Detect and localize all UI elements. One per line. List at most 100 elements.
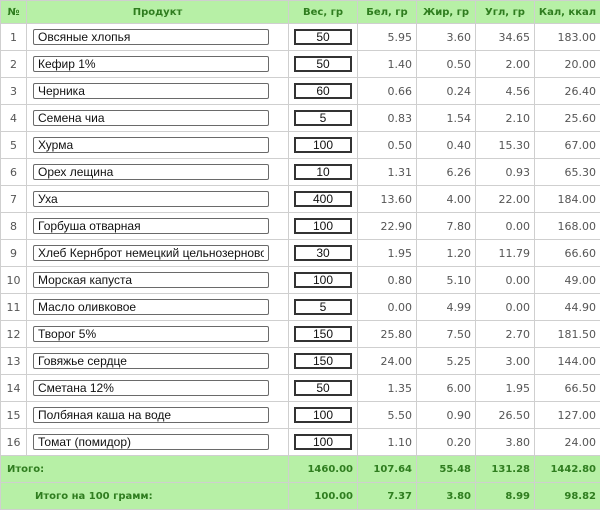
weight-cell xyxy=(289,375,358,402)
table-row: 50.500.4015.3067.00 xyxy=(1,132,600,159)
row-number: 10 xyxy=(1,267,27,294)
product-name-input[interactable] xyxy=(33,56,269,72)
per100-fat: 3.80 xyxy=(417,483,476,510)
product-name-input[interactable] xyxy=(33,326,269,342)
kcal-value: 67.00 xyxy=(535,132,600,159)
weight-cell xyxy=(289,240,358,267)
product-name-input[interactable] xyxy=(33,110,269,126)
protein-value: 1.35 xyxy=(358,375,417,402)
row-number: 2 xyxy=(1,51,27,78)
product-cell xyxy=(27,186,289,213)
product-cell xyxy=(27,321,289,348)
product-name-input[interactable] xyxy=(33,353,269,369)
weight-cell xyxy=(289,321,358,348)
weight-input[interactable] xyxy=(294,407,352,423)
product-name-input[interactable] xyxy=(33,380,269,396)
product-cell xyxy=(27,78,289,105)
weight-input[interactable] xyxy=(294,245,352,261)
fat-value: 7.50 xyxy=(417,321,476,348)
weight-input[interactable] xyxy=(294,272,352,288)
table-row: 15.953.6034.65183.00 xyxy=(1,24,600,51)
protein-value: 0.00 xyxy=(358,294,417,321)
weight-cell xyxy=(289,429,358,456)
weight-input[interactable] xyxy=(294,380,352,396)
product-cell xyxy=(27,429,289,456)
weight-input[interactable] xyxy=(294,191,352,207)
fat-value: 1.54 xyxy=(417,105,476,132)
product-name-input[interactable] xyxy=(33,272,269,288)
weight-input[interactable] xyxy=(294,164,352,180)
product-cell xyxy=(27,294,289,321)
weight-cell xyxy=(289,105,358,132)
weight-input[interactable] xyxy=(294,326,352,342)
weight-input[interactable] xyxy=(294,299,352,315)
weight-cell xyxy=(289,78,358,105)
row-number: 12 xyxy=(1,321,27,348)
product-cell xyxy=(27,24,289,51)
header-num: № xyxy=(1,1,27,24)
weight-input[interactable] xyxy=(294,353,352,369)
table-row: 1225.807.502.70181.50 xyxy=(1,321,600,348)
kcal-value: 26.40 xyxy=(535,78,600,105)
fat-value: 5.10 xyxy=(417,267,476,294)
product-cell xyxy=(27,375,289,402)
protein-value: 25.80 xyxy=(358,321,417,348)
product-name-input[interactable] xyxy=(33,83,269,99)
per100-kcal: 98.82 xyxy=(535,483,600,510)
table-row: 1324.005.253.00144.00 xyxy=(1,348,600,375)
row-number: 16 xyxy=(1,429,27,456)
protein-value: 1.31 xyxy=(358,159,417,186)
product-name-input[interactable] xyxy=(33,137,269,153)
protein-value: 1.10 xyxy=(358,429,417,456)
weight-cell xyxy=(289,267,358,294)
kcal-value: 144.00 xyxy=(535,348,600,375)
row-number: 6 xyxy=(1,159,27,186)
protein-value: 0.66 xyxy=(358,78,417,105)
header-carbs: Угл, гр xyxy=(476,1,535,24)
kcal-value: 66.50 xyxy=(535,375,600,402)
table-row: 91.951.2011.7966.60 xyxy=(1,240,600,267)
product-name-input[interactable] xyxy=(33,245,269,261)
weight-input[interactable] xyxy=(294,110,352,126)
row-number: 1 xyxy=(1,24,27,51)
protein-value: 0.80 xyxy=(358,267,417,294)
totals-label: Итого: xyxy=(1,456,289,483)
row-number: 15 xyxy=(1,402,27,429)
row-number: 4 xyxy=(1,105,27,132)
nutrition-table: № Продукт Вес, гр Бел, гр Жир, гр Угл, г… xyxy=(0,0,600,510)
product-name-input[interactable] xyxy=(33,434,269,450)
product-name-input[interactable] xyxy=(33,407,269,423)
carbs-value: 0.93 xyxy=(476,159,535,186)
product-name-input[interactable] xyxy=(33,299,269,315)
carbs-value: 0.00 xyxy=(476,294,535,321)
per100-row: Итого на 100 грамм: 100.00 7.37 3.80 8.9… xyxy=(1,483,600,510)
row-number: 5 xyxy=(1,132,27,159)
kcal-value: 49.00 xyxy=(535,267,600,294)
weight-input[interactable] xyxy=(294,29,352,45)
per100-protein: 7.37 xyxy=(358,483,417,510)
table-row: 100.805.100.0049.00 xyxy=(1,267,600,294)
weight-input[interactable] xyxy=(294,137,352,153)
fat-value: 0.50 xyxy=(417,51,476,78)
weight-input[interactable] xyxy=(294,56,352,72)
carbs-value: 2.70 xyxy=(476,321,535,348)
weight-input[interactable] xyxy=(294,434,352,450)
protein-value: 22.90 xyxy=(358,213,417,240)
table-row: 713.604.0022.00184.00 xyxy=(1,186,600,213)
table-row: 110.004.990.0044.90 xyxy=(1,294,600,321)
product-name-input[interactable] xyxy=(33,164,269,180)
product-name-input[interactable] xyxy=(33,29,269,45)
kcal-value: 168.00 xyxy=(535,213,600,240)
header-fat: Жир, гр xyxy=(417,1,476,24)
row-number: 7 xyxy=(1,186,27,213)
product-cell xyxy=(27,402,289,429)
weight-input[interactable] xyxy=(294,218,352,234)
product-name-input[interactable] xyxy=(33,191,269,207)
protein-value: 24.00 xyxy=(358,348,417,375)
protein-value: 5.50 xyxy=(358,402,417,429)
per100-weight: 100.00 xyxy=(289,483,358,510)
weight-input[interactable] xyxy=(294,83,352,99)
product-name-input[interactable] xyxy=(33,218,269,234)
weight-cell xyxy=(289,186,358,213)
product-cell xyxy=(27,159,289,186)
